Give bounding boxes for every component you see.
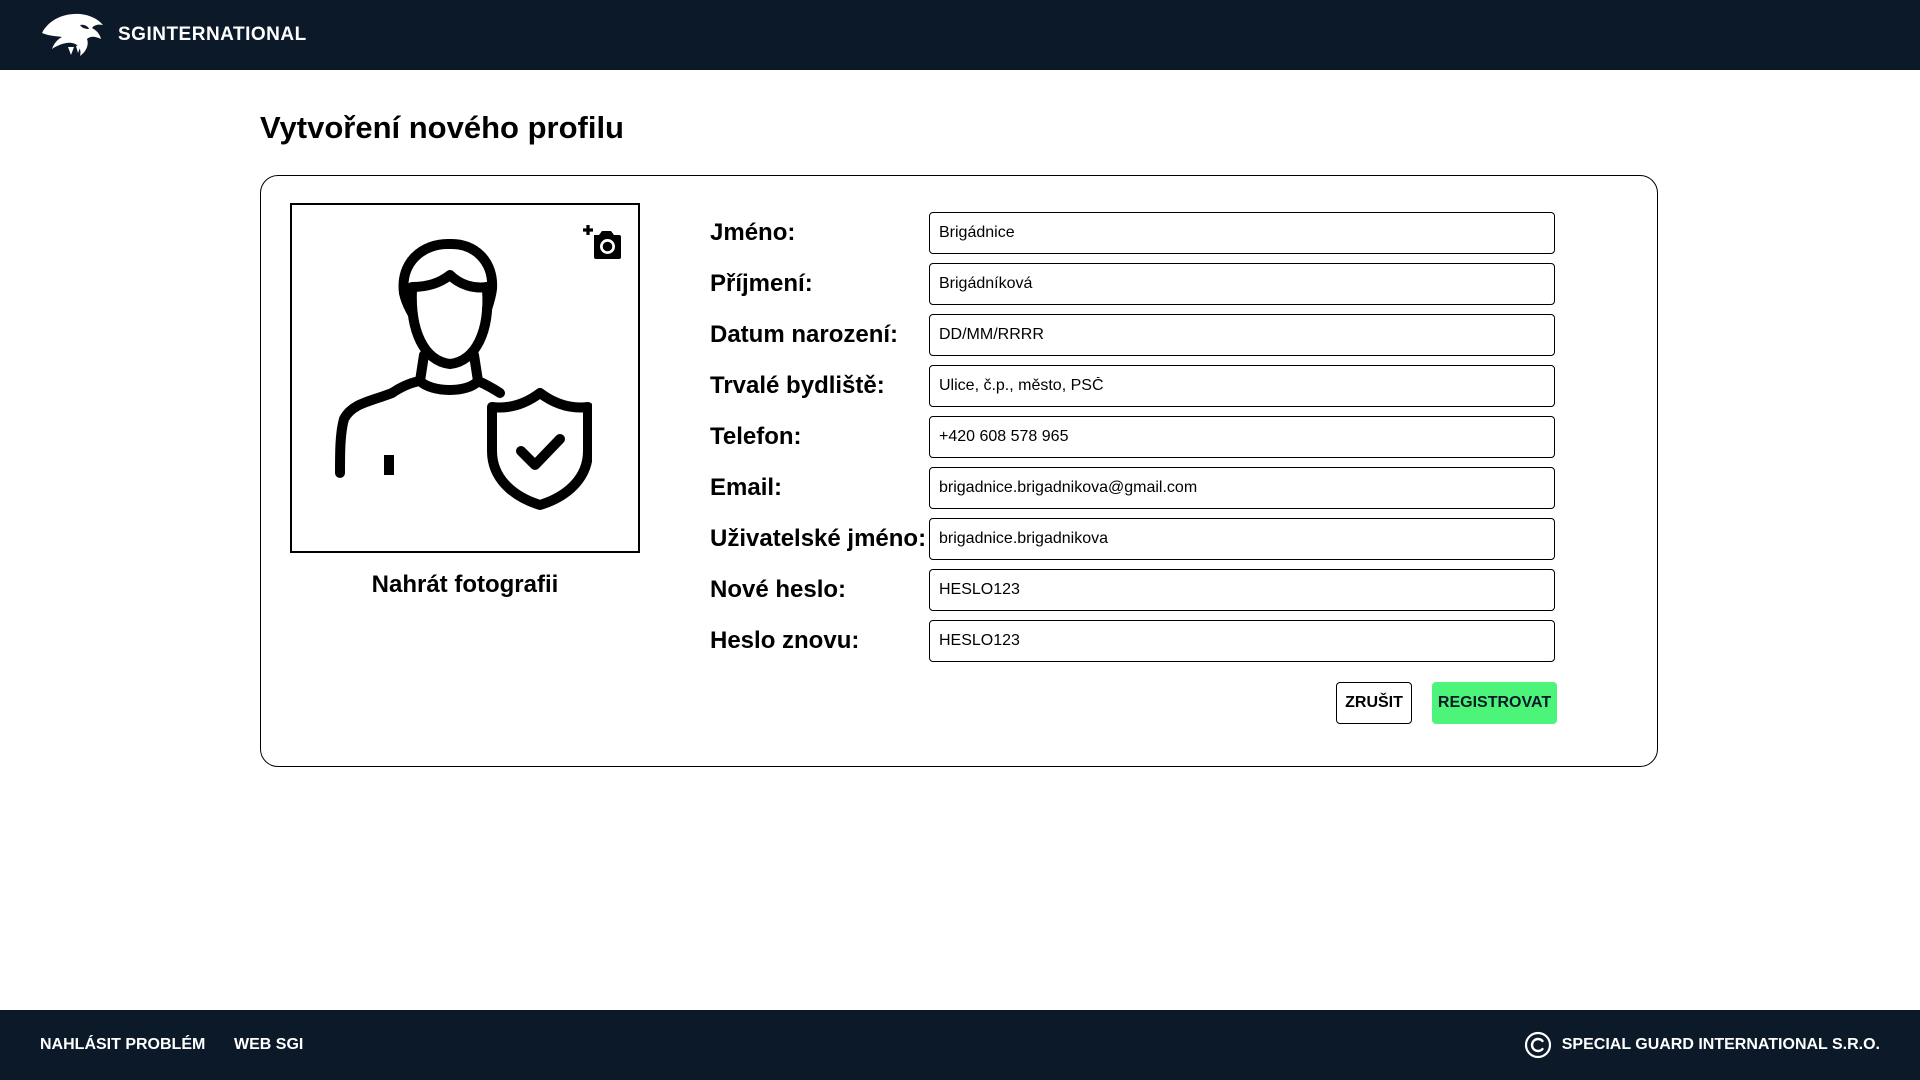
form-row-email: Email: [710,467,1575,509]
form-row-address: Trvalé bydliště: [710,365,1575,407]
email-input[interactable] [929,467,1555,509]
phone-input[interactable] [929,416,1555,458]
last-name-input[interactable] [929,263,1555,305]
birth-date-input[interactable] [929,314,1555,356]
cancel-button[interactable]: ZRUŠIT [1336,682,1412,724]
first-name-input[interactable] [929,212,1555,254]
form-row-birth-date: Datum narození: [710,314,1575,356]
form-row-new-password: Nové heslo: [710,569,1575,611]
panther-logo-icon [42,13,103,56]
register-button[interactable]: REGISTROVAT [1432,682,1557,724]
copyright-notice: SPECIAL GUARD INTERNATIONAL S.R.O. [1524,1010,1880,1080]
username-input[interactable] [929,518,1555,560]
phone-label: Telefon: [710,423,802,450]
last-name-label: Příjmení: [710,270,813,297]
form-row-password-repeat: Heslo znovu: [710,620,1575,662]
password-repeat-label: Heslo znovu: [710,627,860,654]
photo-upload-box[interactable] [290,203,640,553]
page-title: Vytvoření nového profilu [260,110,624,145]
address-label: Trvalé bydliště: [710,372,885,399]
username-label: Uživatelské jméno: [710,525,927,552]
brand-logo[interactable]: SGINTERNATIONAL [40,10,307,60]
form-row-first-name: Jméno: [710,212,1575,254]
form-row-last-name: Příjmení: [710,263,1575,305]
birth-date-label: Datum narození: [710,321,899,348]
copyright-icon [1524,1031,1551,1059]
new-password-label: Nové heslo: [710,576,847,603]
footer-bar: NAHLÁSIT PROBLÉM WEB SGI SPECIAL GUARD I… [0,1010,1920,1080]
first-name-label: Jméno: [710,219,796,246]
new-password-input[interactable] [929,569,1555,611]
web-sgi-link[interactable]: WEB SGI [234,1010,303,1080]
verified-user-icon [335,239,592,510]
top-bar: SGINTERNATIONAL [0,0,1920,70]
profile-card: Nahrát fotografii Jméno: Příjmení: Datum… [260,175,1658,767]
upload-photo-label[interactable]: Nahrát fotografii [290,571,640,599]
email-label: Email: [710,474,783,501]
password-repeat-input[interactable] [929,620,1555,662]
form-row-username: Uživatelské jméno: [710,518,1575,560]
form-row-phone: Telefon: [710,416,1575,458]
brand-name: SGINTERNATIONAL [118,24,307,45]
report-problem-link[interactable]: NAHLÁSIT PROBLÉM [40,1010,205,1080]
company-name: SPECIAL GUARD INTERNATIONAL S.R.O. [1561,1036,1880,1053]
address-input[interactable] [929,365,1555,407]
